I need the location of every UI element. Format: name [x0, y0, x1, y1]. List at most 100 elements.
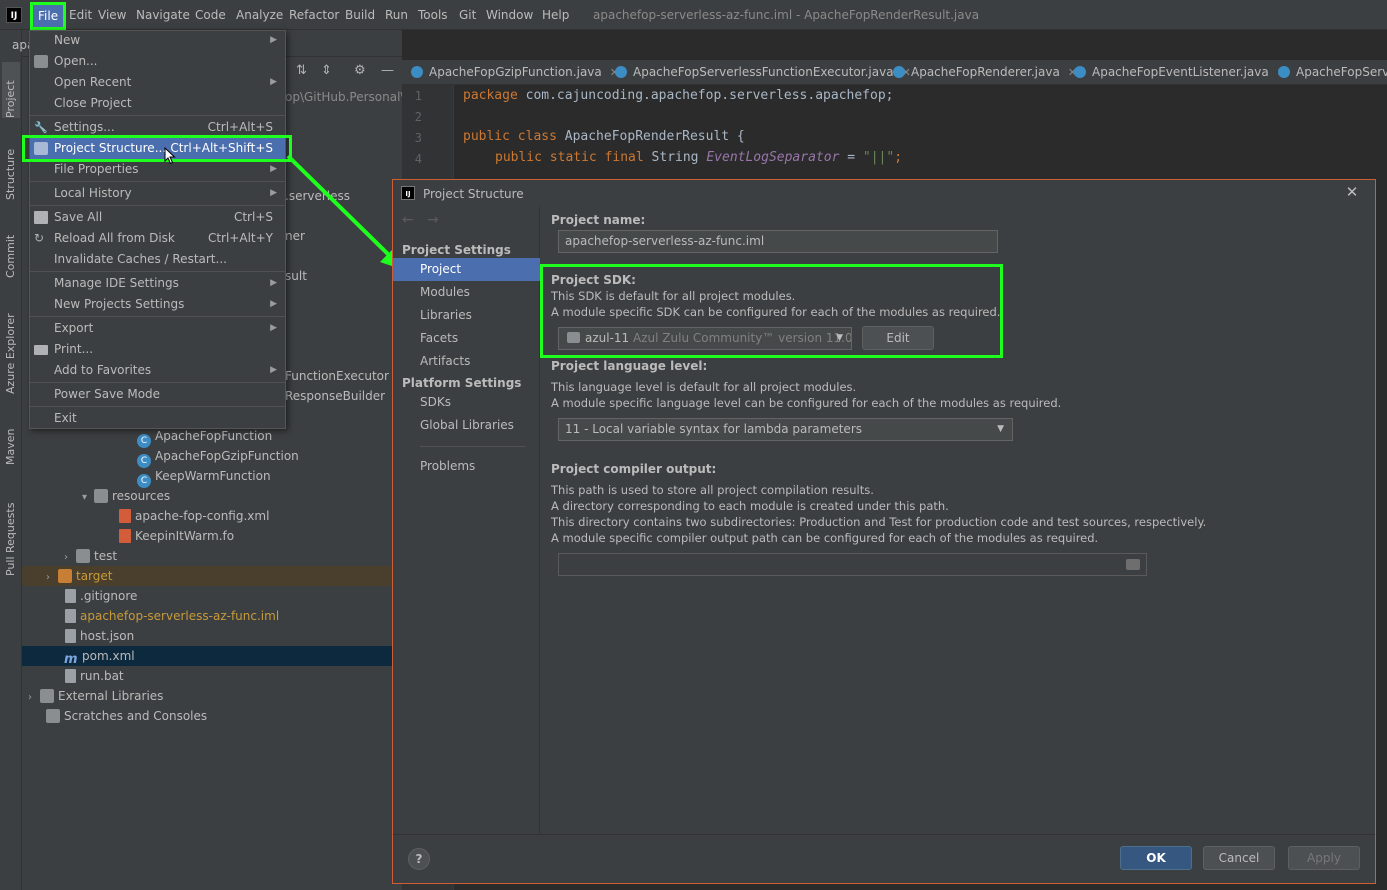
- toolwindow-tab-commit[interactable]: Commit: [2, 222, 20, 278]
- nav-item-artifacts[interactable]: Artifacts: [393, 350, 540, 373]
- menu-item-invalidate-caches[interactable]: Invalidate Caches / Restart...: [30, 249, 285, 270]
- tree-row[interactable]: KeepinItWarm.fo: [119, 526, 234, 546]
- menu-item-manage-ide-settings[interactable]: Manage IDE Settings ▶: [30, 273, 285, 294]
- menu-tools[interactable]: Tools: [418, 7, 448, 23]
- menu-item-local-history[interactable]: Local History ▶: [30, 183, 285, 204]
- menu-item-close-project[interactable]: Close Project: [30, 93, 285, 114]
- menu-item-power-save-mode[interactable]: Power Save Mode: [30, 384, 285, 405]
- toolwindow-tab-azure-explorer[interactable]: Azure Explorer: [2, 302, 20, 394]
- menu-item-save-all[interactable]: Save All Ctrl+S: [30, 207, 285, 228]
- expand-all-icon[interactable]: ⇕: [321, 63, 332, 78]
- annotation-highlight-box: [22, 135, 292, 162]
- menu-item-new-projects-settings[interactable]: New Projects Settings ▶: [30, 294, 285, 315]
- editor-tab[interactable]: ApacheFopServerlessFunctionExecutor.java…: [615, 62, 911, 83]
- toolwindow-tab-pull-requests[interactable]: Pull Requests: [2, 490, 20, 576]
- compiler-output-help: This path is used to store all project c…: [551, 483, 874, 497]
- tree-row[interactable]: › target: [22, 566, 392, 586]
- menu-item-file-properties[interactable]: File Properties ▶: [30, 159, 285, 180]
- menu-view[interactable]: View: [98, 7, 126, 23]
- editor-tab[interactable]: ApacheFopGzipFunction.java✕: [411, 62, 619, 83]
- tree-row[interactable]: run.bat: [65, 666, 124, 686]
- nav-item-project[interactable]: Project: [393, 258, 540, 281]
- nav-item-libraries[interactable]: Libraries: [393, 304, 540, 327]
- sdk-name: azul-11: [585, 331, 630, 345]
- tree-row[interactable]: .gitignore: [65, 586, 137, 606]
- menu-edit[interactable]: Edit: [69, 7, 92, 23]
- menu-item-new[interactable]: New ▶: [30, 30, 285, 51]
- tree-row[interactable]: › External Libraries: [28, 686, 163, 706]
- nav-item-facets[interactable]: Facets: [393, 327, 540, 350]
- editor-tab-label: ApacheFopServerlessFunctionExecutor.java: [633, 65, 894, 79]
- tree-row[interactable]: m pom.xml: [22, 646, 392, 667]
- menu-run[interactable]: Run: [385, 7, 408, 23]
- menu-item-open[interactable]: Open...: [30, 51, 285, 72]
- nav-item-sdks[interactable]: SDKs: [393, 391, 540, 414]
- editor-tab[interactable]: ApacheFopEventListener.java✕: [1074, 62, 1286, 83]
- menu-file[interactable]: File: [30, 2, 66, 30]
- menu-item-add-to-favorites[interactable]: Add to Favorites ▶: [30, 360, 285, 381]
- tree-row[interactable]: › test: [64, 546, 117, 566]
- cancel-button[interactable]: Cancel: [1203, 846, 1275, 870]
- menu-item-exit[interactable]: Exit: [30, 408, 285, 429]
- wrench-icon: 🔧: [34, 121, 48, 134]
- dialog-titlebar[interactable]: [393, 180, 1375, 207]
- tree-row-label: apache-fop-config.xml: [135, 509, 270, 523]
- menu-help[interactable]: Help: [542, 7, 569, 23]
- language-level-select[interactable]: 11 - Local variable syntax for lambda pa…: [558, 418, 1013, 441]
- close-icon[interactable]: ✕: [1344, 184, 1360, 200]
- tree-row[interactable]: ▾ resources: [82, 486, 170, 506]
- menu-item-open-recent[interactable]: Open Recent ▶: [30, 72, 285, 93]
- editor-tab[interactable]: ApacheFopServer: [1278, 62, 1387, 83]
- back-arrow-icon[interactable]: ←: [402, 212, 414, 228]
- tree-row-label: run.bat: [80, 669, 124, 683]
- nav-separator: [420, 446, 526, 447]
- menu-item-reload[interactable]: ↻ Reload All from Disk Ctrl+Alt+Y: [30, 228, 285, 249]
- gear-icon[interactable]: ⚙: [354, 63, 366, 78]
- menu-build[interactable]: Build: [345, 7, 375, 23]
- chevron-right-icon[interactable]: ›: [46, 568, 58, 588]
- menu-item-export[interactable]: Export ▶: [30, 318, 285, 339]
- project-sdk-select[interactable]: azul-11 Azul Zulu Community™ version 11.…: [558, 327, 852, 350]
- nav-item-problems[interactable]: Problems: [393, 455, 540, 478]
- menu-git[interactable]: Git: [459, 7, 476, 23]
- ok-button[interactable]: OK: [1120, 846, 1192, 870]
- project-name-field[interactable]: apachefop-serverless-az-func.iml: [558, 230, 998, 253]
- tree-row[interactable]: Scratches and Consoles: [46, 706, 207, 726]
- editor-tab[interactable]: ApacheFopRenderer.java ✕: [893, 62, 1077, 83]
- apply-button[interactable]: Apply: [1288, 846, 1360, 870]
- toolwindow-tab-structure[interactable]: Structure: [2, 140, 20, 200]
- chevron-right-icon[interactable]: ›: [64, 548, 76, 568]
- tree-row[interactable]: FunctionExecutor: [285, 366, 389, 386]
- hide-panel-icon[interactable]: —: [381, 63, 394, 78]
- chevron-right-icon[interactable]: ›: [28, 688, 40, 708]
- tree-row[interactable]: host.json: [65, 626, 134, 646]
- menu-code[interactable]: Code: [195, 7, 226, 23]
- language-level-value: 11 - Local variable syntax for lambda pa…: [565, 422, 862, 436]
- tree-row[interactable]: ResponseBuilder: [285, 386, 385, 406]
- tree-row[interactable]: apache-fop-config.xml: [119, 506, 269, 526]
- folder-browse-icon[interactable]: [1126, 559, 1140, 570]
- nav-item-modules[interactable]: Modules: [393, 281, 540, 304]
- tree-row[interactable]: C ApacheFopGzipFunction: [137, 446, 299, 468]
- chevron-down-icon[interactable]: ▾: [82, 488, 94, 508]
- tree-row[interactable]: C ApacheFopFunction: [137, 426, 272, 448]
- app-logo-icon: IJ: [401, 186, 415, 200]
- menu-window[interactable]: Window: [486, 7, 533, 23]
- app-logo-icon: IJ: [6, 7, 22, 23]
- nav-item-global-libraries[interactable]: Global Libraries: [393, 414, 540, 437]
- menu-analyze[interactable]: Analyze: [236, 7, 283, 23]
- menu-item-print[interactable]: Print...: [30, 339, 285, 360]
- help-button[interactable]: ?: [408, 848, 430, 870]
- menu-navigate[interactable]: Navigate: [136, 7, 190, 23]
- toolwindow-tab-maven[interactable]: Maven: [2, 415, 20, 465]
- tree-row[interactable]: C KeepWarmFunction: [137, 466, 271, 488]
- edit-sdk-button[interactable]: Edit: [862, 326, 934, 350]
- compiler-output-field[interactable]: [558, 553, 1147, 576]
- collapse-all-icon[interactable]: ⇅: [296, 63, 307, 78]
- menu-refactor[interactable]: Refactor: [289, 7, 339, 23]
- forward-arrow-icon[interactable]: →: [427, 212, 439, 228]
- tree-row-label: KeepWarmFunction: [155, 469, 271, 483]
- toolwindow-tab-project[interactable]: Project: [2, 62, 20, 118]
- tree-row[interactable]: apachefop-serverless-az-func.iml: [65, 606, 279, 626]
- line-number: 1: [414, 89, 422, 103]
